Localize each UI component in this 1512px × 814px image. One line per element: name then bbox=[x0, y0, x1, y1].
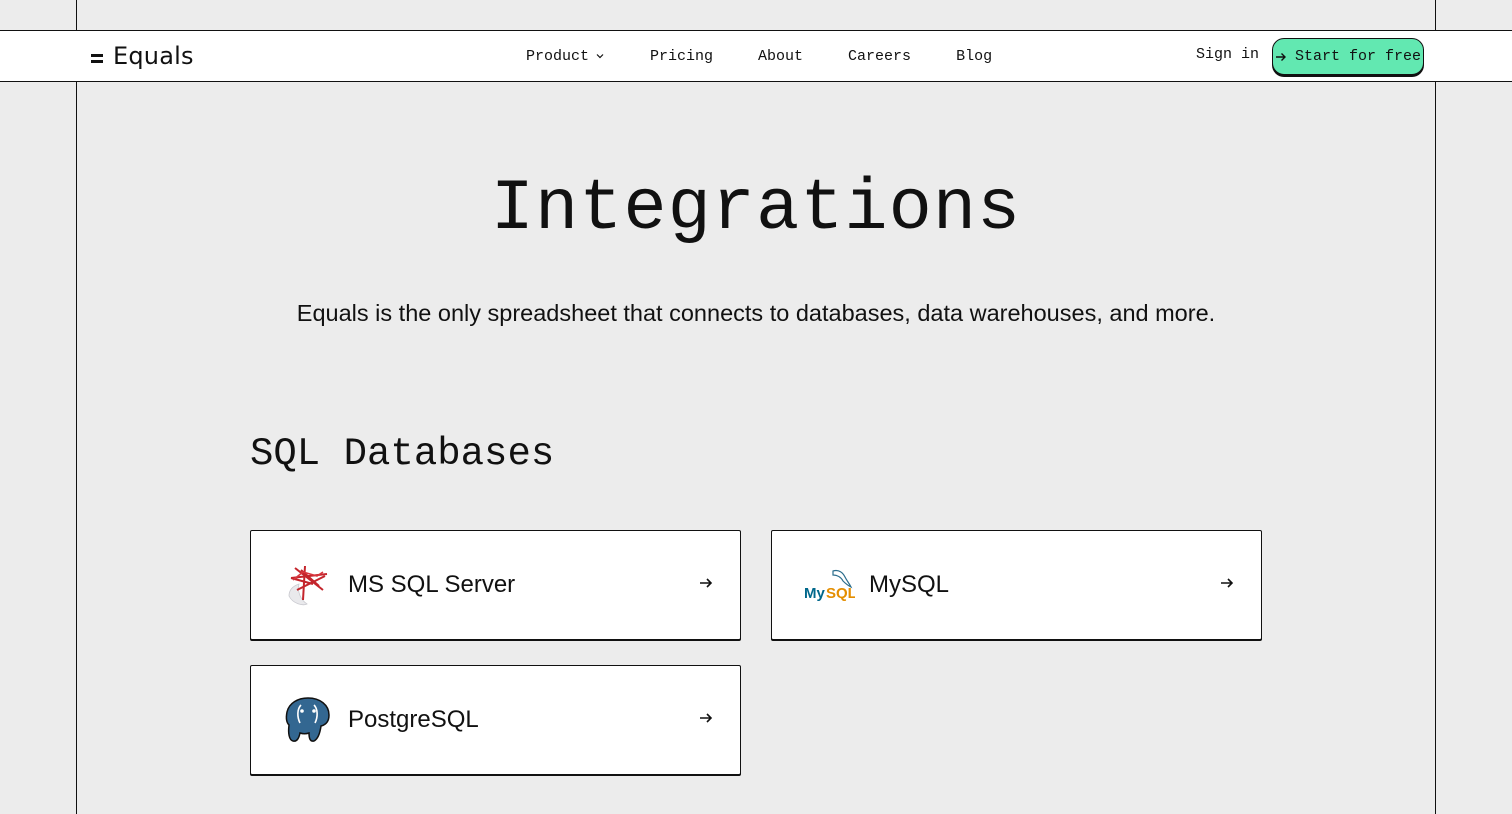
ms-sql-server-logo bbox=[282, 559, 334, 611]
sign-in-link[interactable]: Sign in bbox=[1196, 46, 1259, 63]
brand-name: Equals bbox=[113, 42, 194, 70]
nav-item-label: Blog bbox=[956, 47, 993, 65]
page: Equals Product Pricing About Careers Blo… bbox=[0, 0, 1512, 814]
equals-icon bbox=[91, 54, 103, 64]
integration-name: MySQL bbox=[869, 571, 950, 598]
svg-text:SQL: SQL bbox=[826, 585, 855, 602]
integration-card-ms-sql-server[interactable]: MS SQL Server bbox=[250, 530, 741, 640]
postgresql-logo bbox=[282, 694, 334, 746]
nav-item-about[interactable]: About bbox=[758, 48, 803, 65]
integration-card-mysql[interactable]: My SQL MySQL bbox=[771, 530, 1262, 640]
arrow-right-icon bbox=[700, 713, 713, 723]
nav-item-label: Pricing bbox=[650, 47, 714, 65]
nav-item-label: Product bbox=[526, 47, 590, 65]
section-title: SQL Databases bbox=[250, 432, 555, 476]
nav-item-label: Careers bbox=[848, 47, 912, 65]
integration-card-postgresql[interactable]: PostgreSQL bbox=[250, 665, 741, 775]
arrow-right-icon bbox=[1275, 52, 1286, 61]
nav-item-careers[interactable]: Careers bbox=[848, 48, 911, 65]
cta-label: Start for free bbox=[1294, 48, 1422, 65]
arrow-right-icon bbox=[700, 578, 713, 588]
grid-line-right bbox=[1435, 0, 1436, 814]
chevron-down-icon bbox=[596, 54, 604, 59]
page-subtitle: Equals is the only spreadsheet that conn… bbox=[296, 300, 1216, 326]
grid-line-left bbox=[76, 0, 77, 814]
page-title: Integrations bbox=[490, 168, 1022, 250]
svg-text:My: My bbox=[804, 585, 825, 602]
nav-item-pricing[interactable]: Pricing bbox=[650, 48, 713, 65]
integration-name: MS SQL Server bbox=[348, 571, 516, 598]
integration-name: PostgreSQL bbox=[348, 706, 479, 733]
start-for-free-button[interactable]: Start for free bbox=[1272, 38, 1424, 75]
mysql-logo: My SQL bbox=[803, 559, 855, 611]
nav-item-product[interactable]: Product bbox=[526, 48, 605, 65]
nav-item-label: About bbox=[758, 47, 804, 65]
brand-logo[interactable]: Equals bbox=[91, 41, 194, 71]
navbar-inner: Equals Product Pricing About Careers Blo… bbox=[77, 31, 1435, 81]
arrow-right-icon bbox=[1221, 578, 1234, 588]
main-nav: Product Pricing About Careers Blog bbox=[526, 31, 992, 81]
nav-item-blog[interactable]: Blog bbox=[956, 48, 992, 65]
top-navbar: Equals Product Pricing About Careers Blo… bbox=[0, 30, 1512, 82]
